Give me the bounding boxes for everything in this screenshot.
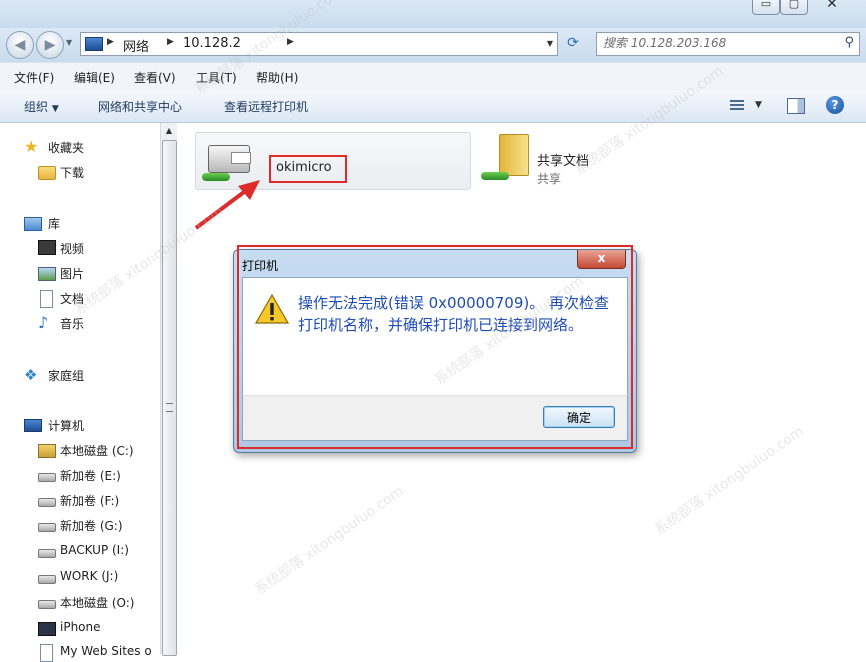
dialog-close-button[interactable]: x — [577, 250, 626, 269]
system-drive-icon — [38, 444, 56, 458]
view-options-dropdown-icon[interactable]: ▼ — [755, 100, 762, 110]
music-note-icon: ♪ — [38, 313, 49, 332]
menu-tools[interactable]: 工具(T) — [196, 69, 237, 86]
scroll-up-icon[interactable]: ▲ — [161, 123, 177, 139]
web-sites-icon — [40, 644, 53, 662]
nav-label: 本地磁盘 (O:) — [60, 596, 135, 610]
nav-label: 新加卷 (F:) — [60, 494, 120, 508]
picture-icon — [38, 267, 56, 281]
address-row: ◀ ▶ ▼ ▶ 网络 ▶ 10.128.2 ▶ ▼ ⟳ ⚲ — [0, 28, 866, 62]
menu-file[interactable]: 文件(F) — [14, 69, 54, 86]
preview-pane-icon[interactable] — [787, 98, 805, 114]
recent-pages-dropdown-icon[interactable]: ▼ — [66, 38, 72, 47]
nav-label: 下载 — [60, 166, 85, 180]
shared-folder-item[interactable]: 共享文档 共享 — [475, 132, 615, 188]
drive-icon — [38, 498, 56, 507]
forward-button[interactable]: ▶ — [36, 31, 64, 59]
dialog-body: 操作无法完成(错误 0x00000709)。 再次检查打印机名称，并确保打印机已… — [242, 277, 628, 396]
maximize-button[interactable]: ▢ — [780, 0, 808, 15]
shared-folder-name: 共享文档 — [537, 154, 590, 169]
search-icon[interactable]: ⚲ — [844, 35, 854, 50]
nav-label: 库 — [48, 217, 61, 231]
annotation-arrow-icon — [194, 180, 260, 230]
warning-icon — [255, 294, 289, 324]
video-icon — [38, 240, 56, 255]
nav-label: WORK (J:) — [60, 569, 119, 583]
menu-view[interactable]: 查看(V) — [134, 69, 176, 86]
window-title-bar: ▭ ▢ ✕ — [0, 0, 866, 28]
view-remote-printers-button[interactable]: 查看远程打印机 — [224, 98, 308, 115]
nav-label: 新加卷 (G:) — [60, 519, 123, 533]
dialog-title: 打印机 — [242, 259, 279, 273]
shared-folder-type: 共享 — [537, 172, 562, 186]
breadcrumb-chevron-icon[interactable]: ▶ — [167, 37, 174, 47]
grip-icon — [166, 403, 173, 412]
nav-label: 音乐 — [60, 317, 85, 331]
breadcrumb-host[interactable]: 10.128.2 — [183, 36, 241, 51]
address-dropdown-icon[interactable]: ▼ — [547, 39, 553, 48]
back-button[interactable]: ◀ — [6, 31, 34, 59]
nav-label: 新加卷 (E:) — [60, 469, 121, 483]
dialog-message: 操作无法完成(错误 0x00000709)。 再次检查打印机名称，并确保打印机已… — [298, 294, 610, 334]
network-icon — [85, 37, 103, 51]
nav-label: 图片 — [60, 267, 85, 281]
scroll-thumb[interactable] — [162, 140, 177, 656]
breadcrumb-network[interactable]: 网络 — [123, 36, 149, 55]
nav-label: 本地磁盘 (C:) — [60, 444, 134, 458]
star-icon: ★ — [24, 137, 39, 156]
breadcrumb-chevron-icon[interactable]: ▶ — [107, 37, 114, 47]
nav-label: 文档 — [60, 292, 85, 306]
nav-label: 家庭组 — [48, 369, 85, 383]
change-view-icon[interactable] — [730, 98, 744, 112]
nav-label: My Web Sites o — [60, 644, 152, 658]
search-box[interactable]: ⚲ — [596, 32, 860, 56]
printer-error-dialog: 打印机 x 操作无法完成(错误 0x00000709)。 再次检查打印机名称，并… — [233, 249, 637, 453]
refresh-icon[interactable]: ⟳ — [561, 32, 585, 54]
dialog-footer: 确定 — [242, 395, 628, 441]
organize-button[interactable]: 组织 ▼ — [24, 98, 59, 115]
phone-icon — [38, 622, 56, 636]
annotation-highlight-box — [269, 155, 347, 183]
organize-label: 组织 — [24, 100, 49, 114]
network-sharing-center-button[interactable]: 网络和共享中心 — [98, 98, 182, 115]
ok-button[interactable]: 确定 — [543, 406, 615, 428]
menu-bar: 文件(F) 编辑(E) 查看(V) 工具(T) 帮助(H) — [0, 62, 866, 91]
homegroup-icon: ❖ — [24, 366, 38, 384]
nav-label: BACKUP (I:) — [60, 543, 129, 557]
menu-edit[interactable]: 编辑(E) — [74, 69, 115, 86]
paper-icon — [231, 152, 251, 164]
close-window-button[interactable]: ✕ — [808, 0, 856, 14]
document-icon — [40, 290, 53, 308]
nav-label: iPhone — [60, 620, 101, 634]
minimize-button[interactable]: ▭ — [752, 0, 780, 15]
help-icon[interactable]: ? — [826, 96, 844, 114]
library-icon — [24, 217, 42, 231]
nav-label: 收藏夹 — [48, 141, 85, 155]
nav-label: 视频 — [60, 242, 85, 256]
printer-icon — [208, 145, 251, 173]
nav-scrollbar[interactable]: ▲ — [160, 123, 177, 656]
drive-icon — [38, 575, 56, 584]
drive-icon — [38, 600, 56, 609]
address-bar[interactable]: ▶ 网络 ▶ 10.128.2 ▶ ▼ — [80, 32, 558, 56]
network-share-icon — [481, 172, 509, 180]
navigation-pane: ★ 收藏夹 下载 库 视频 图片 文档 ♪ 音乐 ❖ 家庭组 计算机 本地磁盘 … — [0, 123, 160, 662]
computer-icon — [24, 419, 42, 432]
folder-icon — [499, 134, 529, 176]
drive-icon — [38, 473, 56, 482]
drive-icon — [38, 523, 56, 532]
drive-icon — [38, 549, 56, 558]
menu-help[interactable]: 帮助(H) — [256, 69, 298, 86]
search-input[interactable] — [603, 34, 827, 52]
chevron-down-icon: ▼ — [51, 104, 59, 114]
command-bar: 组织 ▼ 网络和共享中心 查看远程打印机 ▼ ? — [0, 90, 866, 123]
breadcrumb-chevron-icon[interactable]: ▶ — [287, 37, 294, 47]
download-folder-icon — [38, 166, 56, 180]
nav-label: 计算机 — [48, 419, 85, 433]
